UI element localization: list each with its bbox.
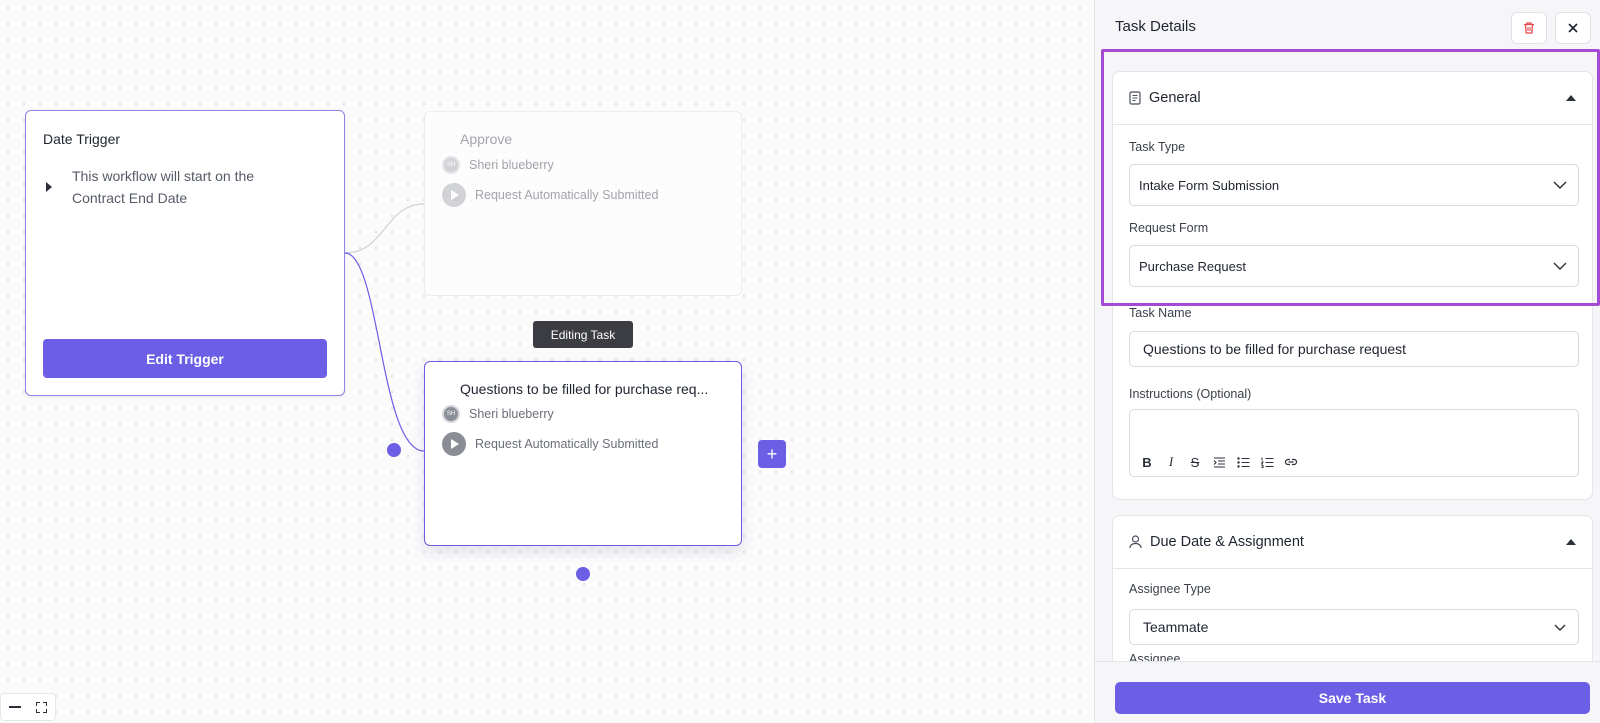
approve-assignee: Sheri blueberry bbox=[469, 158, 554, 172]
assignee-type-select[interactable]: Teammate bbox=[1129, 609, 1579, 645]
chevron-down-icon bbox=[1553, 262, 1567, 270]
play-icon bbox=[442, 183, 466, 207]
assignee-type-value: Teammate bbox=[1143, 619, 1209, 635]
canvas-controls bbox=[0, 693, 56, 721]
connector-handle-left[interactable] bbox=[387, 443, 401, 457]
task-status: Request Automatically Submitted bbox=[475, 437, 659, 451]
task-assignee: Sheri blueberry bbox=[469, 407, 554, 421]
task-type-select[interactable]: Intake Form Submission bbox=[1129, 164, 1579, 206]
trash-icon bbox=[1524, 22, 1534, 34]
task-title: Questions to be filled for purchase req.… bbox=[460, 381, 709, 397]
close-panel-button[interactable] bbox=[1555, 12, 1591, 44]
save-task-button[interactable]: Save Task bbox=[1115, 682, 1590, 714]
task-name-input[interactable] bbox=[1129, 331, 1579, 367]
task-assignee-row: SH Sheri blueberry bbox=[442, 405, 554, 423]
document-icon bbox=[1129, 91, 1141, 105]
panel-footer: Save Task bbox=[1095, 661, 1600, 723]
play-icon bbox=[442, 432, 466, 456]
task-type-value: Intake Form Submission bbox=[1139, 177, 1280, 193]
general-section-header[interactable]: General bbox=[1113, 72, 1592, 125]
task-status-row: Request Automatically Submitted bbox=[442, 432, 658, 456]
approve-status: Request Automatically Submitted bbox=[475, 188, 659, 202]
user-icon bbox=[1129, 535, 1142, 549]
task-details-panel: Task Details General Task Type Intake Fo… bbox=[1094, 0, 1600, 723]
general-section: General Task Type Intake Form Submission… bbox=[1112, 71, 1593, 500]
request-form-label: Request Form bbox=[1129, 221, 1209, 235]
strikethrough-icon[interactable]: S bbox=[1186, 453, 1204, 471]
edge-to-task bbox=[344, 252, 425, 452]
general-heading: General bbox=[1149, 90, 1201, 106]
link-icon[interactable] bbox=[1282, 453, 1300, 471]
delete-task-button[interactable] bbox=[1511, 12, 1547, 44]
request-form-select[interactable]: Purchase Request bbox=[1129, 245, 1579, 287]
instructions-label: Instructions (Optional) bbox=[1129, 387, 1252, 401]
approve-assignee-row: SH Sheri blueberry bbox=[442, 156, 554, 174]
approve-status-row: Request Automatically Submitted bbox=[442, 183, 658, 207]
assignee-type-label: Assignee Type bbox=[1129, 582, 1211, 596]
edit-trigger-button[interactable]: Edit Trigger bbox=[43, 339, 327, 378]
expand-caret-icon[interactable] bbox=[46, 182, 52, 192]
chevron-down-icon bbox=[1553, 181, 1567, 189]
approve-title: Approve bbox=[460, 131, 513, 147]
trigger-title: Date Trigger bbox=[43, 131, 121, 147]
date-trigger-node[interactable]: Date Trigger This workflow will start on… bbox=[25, 110, 345, 396]
task-type-label: Task Type bbox=[1129, 140, 1186, 154]
zoom-out-icon[interactable] bbox=[8, 706, 21, 708]
edge-to-approve bbox=[344, 203, 425, 254]
fit-view-icon[interactable] bbox=[36, 701, 48, 713]
task-name-label: Task Name bbox=[1129, 306, 1192, 320]
workflow-canvas[interactable]: Date Trigger This workflow will start on… bbox=[0, 0, 1094, 723]
bullet-list-icon[interactable] bbox=[1234, 453, 1252, 471]
approve-node[interactable]: Approve SH Sheri blueberry Request Autom… bbox=[424, 111, 742, 296]
connector-handle-bottom[interactable] bbox=[576, 567, 590, 581]
trigger-description: This workflow will start on the Contract… bbox=[72, 168, 255, 206]
due-section-header[interactable]: Due Date & Assignment bbox=[1113, 516, 1592, 569]
instructions-editor[interactable]: B I S bbox=[1129, 409, 1579, 477]
collapse-caret-icon[interactable] bbox=[1566, 95, 1576, 101]
add-task-button[interactable]: + bbox=[758, 440, 786, 468]
request-form-value: Purchase Request bbox=[1139, 258, 1246, 274]
collapse-caret-icon[interactable] bbox=[1566, 539, 1576, 545]
chevron-down-icon bbox=[1554, 624, 1566, 631]
indent-icon[interactable] bbox=[1210, 453, 1228, 471]
close-icon bbox=[1568, 23, 1578, 33]
avatar: SH bbox=[442, 156, 460, 174]
due-heading: Due Date & Assignment bbox=[1150, 534, 1304, 550]
bold-icon[interactable]: B bbox=[1138, 453, 1156, 471]
task-node[interactable]: Questions to be filled for purchase req.… bbox=[424, 361, 742, 546]
panel-title: Task Details bbox=[1115, 18, 1196, 35]
formatting-toolbar: B I S bbox=[1138, 453, 1300, 471]
numbered-list-icon[interactable] bbox=[1258, 453, 1276, 471]
italic-icon[interactable]: I bbox=[1162, 453, 1180, 471]
avatar: SH bbox=[442, 405, 460, 423]
editing-task-tooltip: Editing Task bbox=[533, 321, 633, 348]
